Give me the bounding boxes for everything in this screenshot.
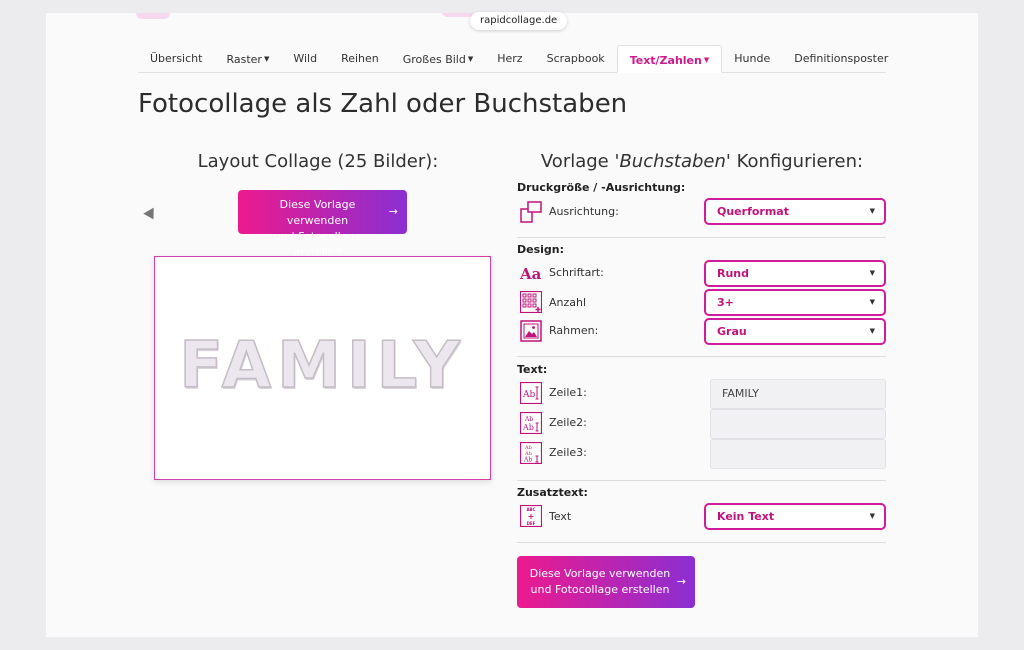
button-line-1: Diese Vorlage verwenden [529, 567, 671, 580]
icon-text: Ab [524, 416, 533, 423]
mouse-cursor-icon [143, 207, 159, 223]
tab-label: Hunde [734, 52, 771, 65]
divider [517, 356, 886, 357]
tab-definitionsposter[interactable]: Definitionsposter [782, 45, 900, 73]
schriftart-select[interactable]: Rund ▼ [704, 260, 886, 287]
zeile3-label: Zeile3: [549, 446, 587, 459]
page-content: Übersicht Raster ▼ Wild Reihen Großes Bil… [46, 13, 978, 637]
config-title: Vorlage 'Buchstaben' Konfigurieren: [517, 151, 887, 172]
text-line-2-icon: Ab Ab [520, 412, 542, 434]
config-title-template: 'Buchstaben' [614, 151, 731, 172]
text-line-1-icon: Ab [520, 382, 542, 404]
tab-raster[interactable]: Raster ▼ [214, 45, 281, 73]
layout-title: Layout Collage (25 Bilder): [197, 151, 439, 172]
button-line-1: Diese Vorlage verwenden [279, 198, 356, 227]
divider [517, 237, 886, 238]
schriftart-value: Rund [717, 267, 750, 280]
anzahl-label: Anzahl [549, 296, 587, 309]
frame-icon [520, 320, 542, 342]
preview-letters: FAMILY [178, 328, 466, 404]
divider [517, 542, 886, 543]
tab-label: Text/Zahlen [629, 54, 702, 67]
url-bar[interactable]: rapidcollage.de [470, 12, 568, 30]
section-extra-label: Zusatztext: [517, 486, 588, 499]
config-title-suffix: Konfigurieren: [736, 151, 864, 172]
tab-text-zahlen[interactable]: Text/Zahlen ▼ [616, 45, 723, 73]
caret-down-icon: ▼ [263, 55, 270, 63]
category-nav: Übersicht Raster ▼ Wild Reihen Großes Bil… [138, 45, 888, 73]
arrow-right-icon: → [676, 575, 686, 588]
grid-count-icon [520, 291, 542, 313]
caret-down-icon: ▼ [703, 56, 710, 64]
tab-uebersicht[interactable]: Übersicht [138, 45, 214, 73]
zeile2-label: Zeile2: [549, 416, 587, 429]
tab-label: Definitionsposter [794, 52, 889, 65]
dropdown-arrow-icon: ▼ [869, 298, 875, 306]
ausrichtung-select[interactable]: Querformat ▼ [704, 198, 886, 225]
zeile2-input[interactable] [710, 409, 886, 439]
tab-label: Herz [497, 52, 523, 65]
zeile3-input[interactable] [710, 439, 886, 469]
zusatztext-value: Kein Text [717, 510, 775, 523]
zeile1-input[interactable]: FAMILY [710, 379, 886, 409]
config-title-prefix: Vorlage [540, 151, 609, 172]
tab-grosses-bild[interactable]: Großes Bild ▼ [391, 45, 486, 73]
tab-label: Raster [226, 53, 262, 66]
button-line-2: und Fotocollage erstellen [530, 583, 670, 596]
dropdown-arrow-icon: ▼ [869, 207, 875, 215]
tab-label: Großes Bild [402, 53, 466, 66]
zeile1-label: Zeile1: [549, 386, 587, 399]
icon-text: Ab [522, 423, 534, 432]
ausrichtung-value: Querformat [717, 205, 789, 218]
dropdown-arrow-icon: ▼ [869, 512, 875, 520]
schriftart-label: Schriftart: [549, 266, 604, 279]
text-line-3-icon: Ab Ab Ab [520, 442, 542, 464]
tab-wild[interactable]: Wild [281, 45, 329, 73]
header-decoration [136, 13, 170, 19]
tab-label: Übersicht [150, 52, 203, 65]
page-title: Fotocollage als Zahl oder Buchstaben [138, 89, 628, 119]
extra-text-icon: ABC + DEF [520, 505, 542, 527]
use-template-button-bottom[interactable]: Diese Vorlage verwenden und Fotocollage … [517, 556, 695, 608]
icon-text: DEF [527, 521, 536, 526]
section-text-label: Text: [517, 363, 548, 376]
tab-label: Reihen [341, 52, 379, 65]
use-template-button-top[interactable]: Diese Vorlage verwenden und Fotocollage … [238, 190, 407, 259]
divider [517, 480, 886, 481]
font-icon: Aa [520, 265, 542, 283]
arrow-right-icon: → [388, 205, 398, 218]
caret-down-icon: ▼ [467, 55, 474, 63]
icon-text: + [528, 512, 535, 521]
rahmen-label: Rahmen: [549, 324, 599, 337]
tab-hunde[interactable]: Hunde [722, 45, 782, 73]
anzahl-value: 3+ [717, 296, 734, 309]
tab-label: Scrapbook [546, 52, 605, 65]
icon-text: Ab [522, 390, 535, 400]
orientation-icon [520, 201, 542, 223]
rahmen-select[interactable]: Grau ▼ [704, 318, 886, 345]
zusatz-label: Text [549, 510, 572, 523]
icon-text: Ab [523, 457, 532, 464]
ausrichtung-label: Ausrichtung: [549, 205, 619, 218]
zusatztext-select[interactable]: Kein Text ▼ [704, 503, 886, 530]
tab-label: Wild [293, 52, 318, 65]
anzahl-select[interactable]: 3+ ▼ [704, 289, 886, 316]
tab-scrapbook[interactable]: Scrapbook [535, 45, 617, 73]
tab-reihen[interactable]: Reihen [329, 45, 391, 73]
tab-herz[interactable]: Herz [485, 45, 534, 73]
section-design-label: Design: [517, 243, 565, 256]
rahmen-value: Grau [717, 325, 747, 338]
dropdown-arrow-icon: ▼ [869, 269, 875, 277]
dropdown-arrow-icon: ▼ [869, 327, 875, 335]
section-print-label: Druckgröße / -Ausrichtung: [517, 181, 686, 194]
collage-preview: FAMILY [154, 256, 491, 480]
